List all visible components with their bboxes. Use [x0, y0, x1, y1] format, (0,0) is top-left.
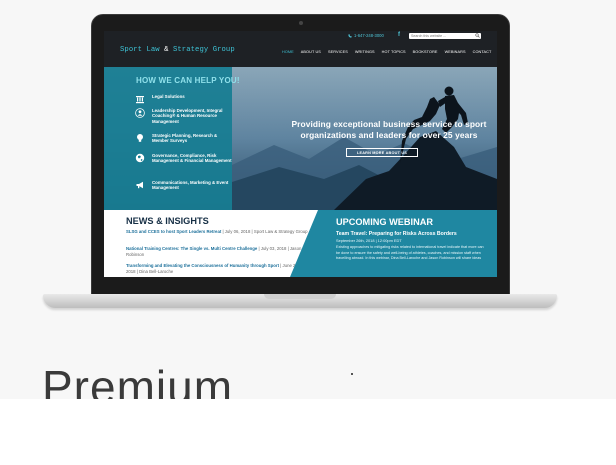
phone-number[interactable]: 1-647-248-3000: [348, 33, 384, 38]
nav-bookstore[interactable]: BOOKSTORE: [413, 50, 438, 54]
help-item-communications[interactable]: Communications, Marketing & Event Manage…: [135, 180, 232, 191]
laptop-camera: [299, 21, 303, 25]
nav-writings[interactable]: WRITINGS: [355, 50, 375, 54]
news-item-headline[interactable]: National Training Centres: The Single vs…: [126, 246, 257, 251]
news-item-headline[interactable]: SLSG and CCES to host Sport Leaders Retr…: [126, 229, 221, 234]
phone-number-text: 1-647-248-3000: [354, 33, 384, 38]
nav-contact[interactable]: CONTACT: [473, 50, 492, 54]
laptop-notch: [264, 294, 336, 299]
logo-text-part1: Sport Law: [120, 46, 165, 54]
nav-hot-topics[interactable]: HOT TOPICS: [382, 50, 406, 54]
help-item-label: Governance, Compliance, Risk Management …: [152, 153, 232, 164]
webinar-subtitle[interactable]: Team Travel: Preparing for Risks Across …: [336, 231, 457, 237]
help-panel: HOW WE CAN HELP YOU! Legal Solutions Lea…: [104, 67, 240, 210]
help-item-label: Strategic Planning, Research & Member Su…: [152, 133, 218, 144]
news-title: NEWS & INSIGHTS: [126, 216, 209, 226]
laptop-screen: Sport Law & Strategy Group 1-647-248-300…: [104, 31, 497, 277]
help-item-legal[interactable]: Legal Solutions: [135, 94, 232, 104]
help-item-label: Communications, Marketing & Event Manage…: [152, 180, 229, 191]
bottom-band: [0, 399, 616, 465]
news-item[interactable]: Transforming and Elevating the Conscious…: [126, 263, 308, 274]
news-item[interactable]: SLSG and CCES to host Sport Leaders Retr…: [126, 229, 308, 235]
news-item-headline[interactable]: Transforming and Elevating the Conscious…: [126, 263, 279, 268]
main-nav: HOME ABOUT US SERVICES WRITINGS HOT TOPI…: [282, 50, 491, 54]
news-section: NEWS & INSIGHTS SLSG and CCES to host Sp…: [104, 210, 317, 277]
webinar-section: UPCOMING WEBINAR Team Travel: Preparing …: [290, 210, 497, 277]
decorative-dot: [351, 373, 353, 375]
news-item[interactable]: National Training Centres: The Single vs…: [126, 246, 308, 257]
nav-about-us[interactable]: ABOUT US: [301, 50, 321, 54]
site-header: Sport Law & Strategy Group 1-647-248-300…: [104, 31, 497, 67]
hero-tagline: Providing exceptional business service t…: [291, 119, 487, 140]
search-icon[interactable]: [475, 33, 480, 38]
help-item-governance[interactable]: Governance, Compliance, Risk Management …: [135, 153, 232, 164]
news-item-meta: | July 06, 2018 | Sport Law & Strategy G…: [221, 229, 308, 234]
globe-icon: [135, 153, 145, 163]
facebook-icon[interactable]: f: [398, 32, 400, 38]
person-icon: [135, 108, 145, 118]
logo-text-part2: Strategy Group: [168, 46, 235, 54]
help-item-label: Leadership Development, Integral Coachin…: [152, 108, 223, 124]
page: Sport Law & Strategy Group 1-647-248-300…: [0, 0, 616, 465]
gavel-icon: [136, 96, 144, 104]
search-input[interactable]: Search this website ...: [409, 33, 481, 39]
nav-services[interactable]: SERVICES: [328, 50, 348, 54]
learn-more-button[interactable]: LEARN MORE ABOUT US: [346, 148, 418, 157]
help-item-strategic[interactable]: Strategic Planning, Research & Member Su…: [135, 133, 232, 144]
webinar-title: UPCOMING WEBINAR: [336, 217, 433, 227]
nav-home[interactable]: HOME: [282, 50, 294, 54]
help-item-label: Legal Solutions: [152, 94, 185, 99]
search-placeholder: Search this website ...: [411, 33, 447, 38]
hero-banner: HOW WE CAN HELP YOU! Legal Solutions Lea…: [104, 67, 497, 210]
site-logo[interactable]: Sport Law & Strategy Group: [120, 46, 235, 54]
help-item-leadership[interactable]: Leadership Development, Integral Coachin…: [135, 108, 232, 124]
nav-webinars[interactable]: WEBINARS: [445, 50, 466, 54]
phone-icon: [348, 33, 352, 38]
lightbulb-icon: [137, 134, 143, 142]
webinar-date: September 26th, 2018 | 12:00pm EDT: [336, 238, 402, 243]
webinar-description: Existing approaches to mitigating risks …: [336, 245, 484, 261]
premium-heading: Premium: [42, 364, 234, 399]
help-title: HOW WE CAN HELP YOU!: [136, 76, 240, 85]
megaphone-icon: [136, 181, 143, 189]
